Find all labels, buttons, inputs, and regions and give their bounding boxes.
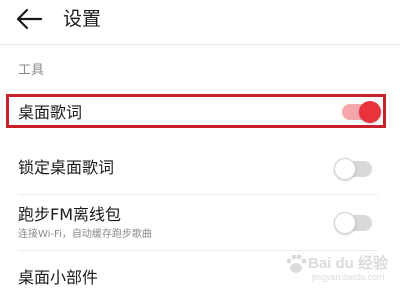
section-title: 工具 xyxy=(18,63,45,78)
setting-label: 跑步FM离线包 xyxy=(18,205,122,224)
highlight-annotation xyxy=(6,94,386,128)
setting-label: 桌面小部件 xyxy=(18,268,99,287)
toggle-knob xyxy=(334,212,356,234)
watermark-brand: Bai du 经验 xyxy=(308,255,389,272)
watermark-url: jingyan.baidu.com xyxy=(312,272,385,282)
toggle-knob xyxy=(334,158,356,180)
paw-icon xyxy=(286,254,307,273)
arrow-left-icon[interactable] xyxy=(14,6,44,32)
baidu-watermark: Bai du 经验 jingyan.baidu.com xyxy=(282,248,394,288)
running-fm-offline-toggle[interactable] xyxy=(334,212,372,234)
row-divider xyxy=(18,194,378,195)
setting-label: 锁定桌面歌词 xyxy=(18,158,115,177)
header-bar: 设置 xyxy=(0,0,400,42)
lock-desktop-lyrics-toggle[interactable] xyxy=(334,158,372,180)
setting-row-lock-desktop-lyrics[interactable]: 锁定桌面歌词 xyxy=(0,145,400,193)
page-title: 设置 xyxy=(63,8,102,30)
header-divider xyxy=(0,44,400,45)
setting-row-running-fm-offline[interactable]: 跑步FM离线包 连接Wi-Fi，自动缓存跑步歌曲 xyxy=(0,198,400,248)
setting-sublabel: 连接Wi-Fi，自动缓存跑步歌曲 xyxy=(18,229,152,240)
